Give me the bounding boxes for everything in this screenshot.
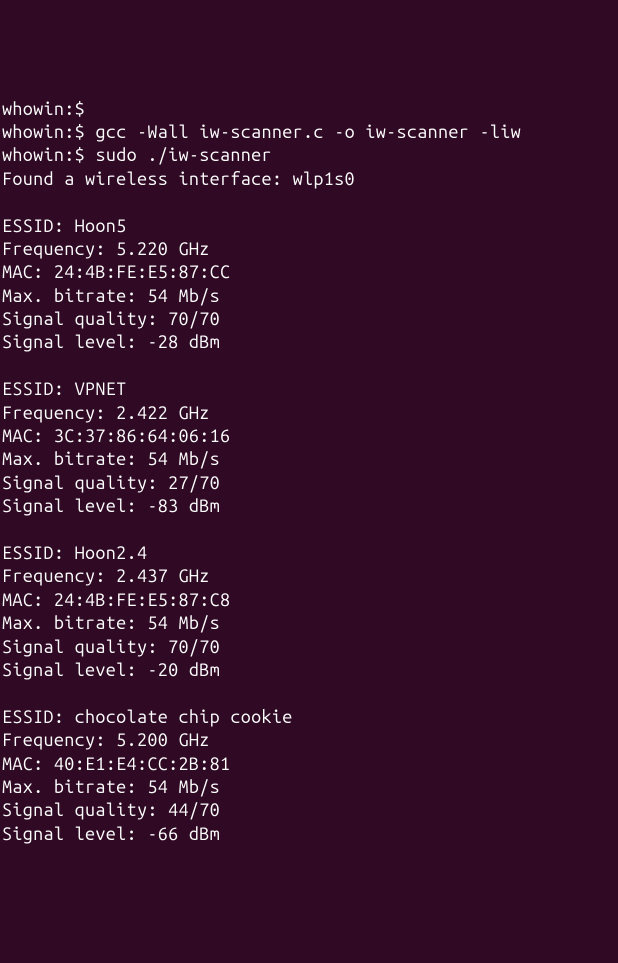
net2-level: Signal level: -20 dBm	[2, 659, 616, 682]
net0-freq: Frequency: 5.220 GHz	[2, 238, 616, 261]
net1-quality: Signal quality: 27/70	[2, 472, 616, 495]
prompt-user-0: whowin:	[2, 99, 75, 119]
net3-freq: Frequency: 5.200 GHz	[2, 729, 616, 752]
blank-line	[2, 682, 616, 705]
cmd-2: sudo ./iw-scanner	[95, 145, 271, 165]
prompt-line-0[interactable]: whowin:$	[2, 98, 616, 121]
prompt-dollar-1: $	[75, 122, 85, 142]
net1-level: Signal level: -83 dBm	[2, 495, 616, 518]
net0-mac: MAC: 24:4B:FE:E5:87:CC	[2, 261, 616, 284]
prompt-dollar-2: $	[75, 145, 85, 165]
net2-mac: MAC: 24:4B:FE:E5:87:C8	[2, 589, 616, 612]
net2-bitrate: Max. bitrate: 54 Mb/s	[2, 612, 616, 635]
net3-quality: Signal quality: 44/70	[2, 799, 616, 822]
prompt-line-2[interactable]: whowin:$ sudo ./iw-scanner	[2, 144, 616, 167]
net1-bitrate: Max. bitrate: 54 Mb/s	[2, 448, 616, 471]
net1-freq: Frequency: 2.422 GHz	[2, 402, 616, 425]
net0-quality: Signal quality: 70/70	[2, 308, 616, 331]
prompt-dollar-0: $	[75, 99, 85, 119]
net1-essid: ESSID: VPNET	[2, 378, 616, 401]
net2-freq: Frequency: 2.437 GHz	[2, 565, 616, 588]
blank-line	[2, 519, 616, 542]
net0-essid: ESSID: Hoon5	[2, 215, 616, 238]
prompt-user-2: whowin:	[2, 145, 75, 165]
blank-line	[2, 355, 616, 378]
net3-essid: ESSID: chocolate chip cookie	[2, 706, 616, 729]
cmd-1: gcc -Wall iw-scanner.c -o iw-scanner -li…	[95, 122, 521, 142]
net0-level: Signal level: -28 dBm	[2, 331, 616, 354]
net3-mac: MAC: 40:E1:E4:CC:2B:81	[2, 753, 616, 776]
output-found: Found a wireless interface: wlp1s0	[2, 168, 616, 191]
net1-mac: MAC: 3C:37:86:64:06:16	[2, 425, 616, 448]
net3-level: Signal level: -66 dBm	[2, 823, 616, 846]
net0-bitrate: Max. bitrate: 54 Mb/s	[2, 285, 616, 308]
net2-essid: ESSID: Hoon2.4	[2, 542, 616, 565]
net2-quality: Signal quality: 70/70	[2, 636, 616, 659]
net3-bitrate: Max. bitrate: 54 Mb/s	[2, 776, 616, 799]
prompt-user-1: whowin:	[2, 122, 75, 142]
blank-line	[2, 191, 616, 214]
prompt-line-1[interactable]: whowin:$ gcc -Wall iw-scanner.c -o iw-sc…	[2, 121, 616, 144]
